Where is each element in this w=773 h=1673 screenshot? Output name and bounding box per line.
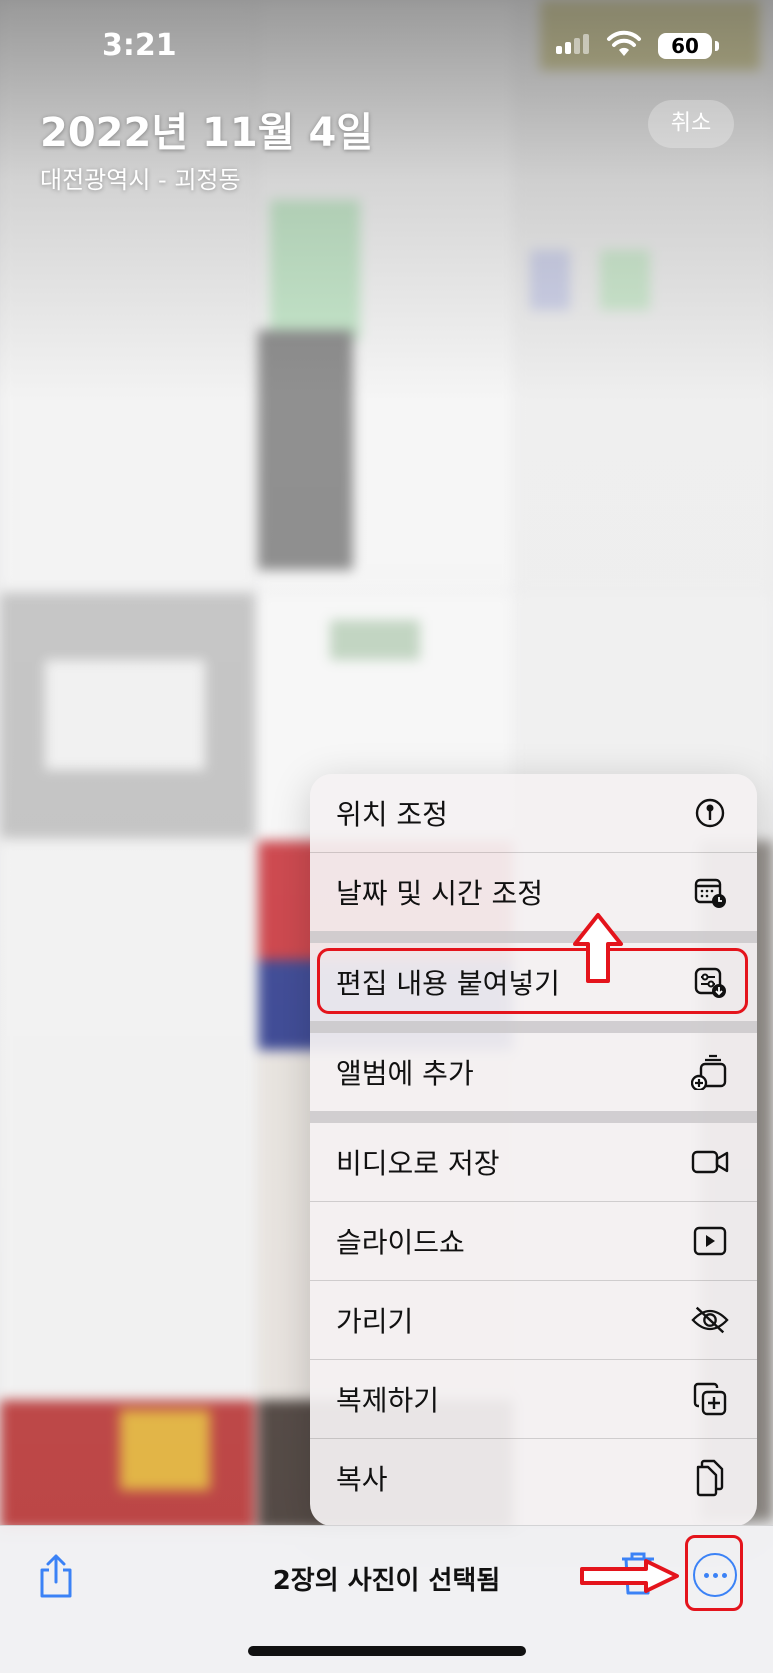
menu-item-label: 복제하기 [336, 1384, 440, 1417]
cancel-button[interactable]: 취소 [648, 100, 734, 148]
battery-cap [715, 41, 719, 51]
menu-item-label: 가리기 [336, 1305, 414, 1338]
menu-item-adjust-location[interactable]: 위치 조정 [310, 774, 757, 852]
status-bar: 3:21 60 [0, 0, 773, 90]
duplicate-icon [691, 1380, 729, 1418]
menu-group-gap [310, 1021, 757, 1033]
menu-group-gap [310, 931, 757, 943]
calendar-clock-icon [691, 873, 729, 911]
location-subtitle: 대전광역시 - 괴정동 [40, 166, 241, 194]
menu-item-label: 날짜 및 시간 조정 [336, 877, 544, 910]
annotation-highlight-box [317, 948, 748, 1014]
menu-item-label: 복사 [336, 1463, 388, 1496]
cellular-signal-icon [556, 34, 589, 54]
menu-group-gap [310, 1111, 757, 1123]
menu-item-slideshow[interactable]: 슬라이드쇼 [310, 1202, 757, 1280]
menu-item-copy[interactable]: 복사 [310, 1439, 757, 1517]
ellipsis-dot [712, 1572, 718, 1578]
battery-icon: 60 [658, 33, 712, 59]
wifi-icon [607, 30, 641, 56]
context-menu: 위치 조정 날짜 및 시간 조정 편집 내용 붙여넣기 앨범에 추가 비디오로 … [310, 774, 757, 1526]
home-indicator [248, 1646, 526, 1656]
ellipsis-dot [703, 1572, 709, 1578]
play-icon [691, 1222, 729, 1260]
ellipsis-dot [721, 1572, 727, 1578]
menu-item-label: 비디오로 저장 [336, 1147, 500, 1180]
menu-item-paste-edits[interactable]: 편집 내용 붙여넣기 [310, 943, 757, 1021]
location-pin-icon [691, 794, 729, 832]
page-title: 2022년 11월 4일 [40, 110, 374, 156]
menu-item-label: 슬라이드쇼 [336, 1226, 465, 1259]
add-to-album-icon [691, 1053, 729, 1091]
menu-item-hide[interactable]: 가리기 [310, 1281, 757, 1359]
menu-item-label: 앨범에 추가 [336, 1057, 474, 1090]
menu-item-label: 위치 조정 [336, 798, 448, 831]
eye-slash-icon [691, 1301, 729, 1339]
annotation-arrow-right [580, 1559, 679, 1593]
copy-icon [691, 1459, 729, 1497]
annotation-arrow-up [573, 913, 623, 983]
menu-item-adjust-date-time[interactable]: 날짜 및 시간 조정 [310, 853, 757, 931]
more-options-button[interactable] [693, 1553, 737, 1597]
menu-item-add-to-album[interactable]: 앨범에 추가 [310, 1033, 757, 1111]
status-time: 3:21 [102, 28, 177, 63]
menu-item-save-as-video[interactable]: 비디오로 저장 [310, 1123, 757, 1201]
menu-item-duplicate[interactable]: 복제하기 [310, 1360, 757, 1438]
video-camera-icon [691, 1143, 729, 1181]
